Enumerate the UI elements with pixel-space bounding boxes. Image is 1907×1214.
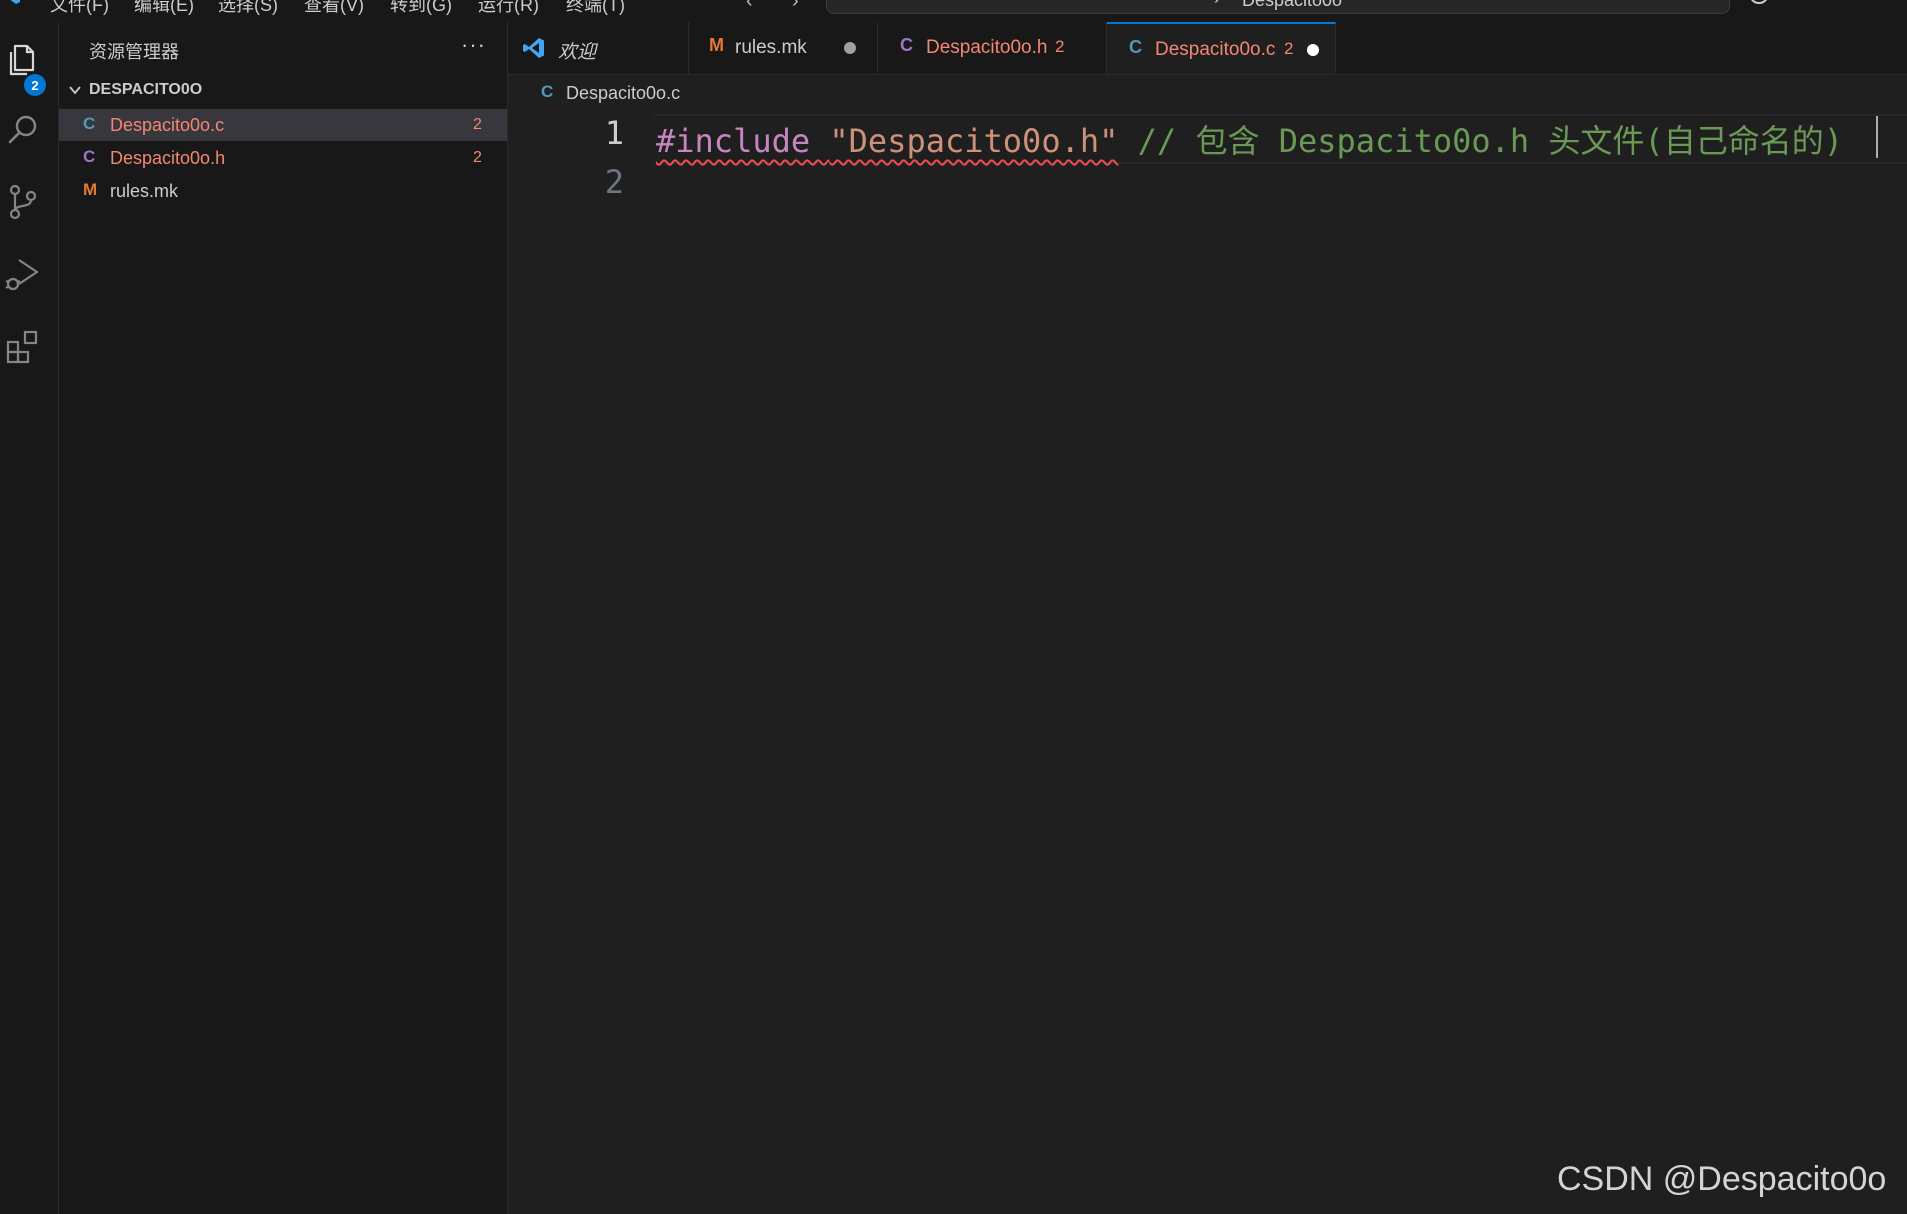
preprocessor-directive: #include bbox=[656, 122, 811, 160]
file-name: Despacito0o.h bbox=[110, 148, 226, 168]
extensions-button[interactable] bbox=[0, 322, 46, 370]
search-button[interactable] bbox=[0, 106, 46, 154]
tab-despacito0o-h[interactable]: C Despacito0o.h 2 bbox=[878, 22, 1107, 74]
run-debug-icon bbox=[5, 259, 39, 291]
explorer-title: 资源管理器 bbox=[89, 42, 179, 62]
nav-back-button[interactable]: ‹ bbox=[746, 0, 753, 13]
extensions-icon bbox=[6, 330, 38, 364]
code-editor[interactable]: 1 2 #include "Despacito0o.h" // 包含 Despa… bbox=[508, 108, 1907, 1214]
title-bar: 文件(F) 编辑(E) 选择(S) 查看(V) 转到(G) 运行(R) 终端(T… bbox=[0, 0, 1907, 22]
breadcrumb: C Despacito0o.c bbox=[508, 76, 1907, 108]
makefile-icon: M bbox=[83, 180, 98, 199]
file-item-rules-mk[interactable]: M rules.mk bbox=[59, 175, 507, 207]
line-number: 2 bbox=[604, 163, 624, 201]
code-comment: // 包含 Despacito0o.h 头文件(自己命名的) bbox=[1118, 122, 1843, 160]
line-number: 1 bbox=[604, 114, 624, 152]
file-item-despacito0o-h[interactable]: C Despacito0o.h 2 bbox=[59, 142, 507, 174]
command-center-label: Despacito0o bbox=[1242, 0, 1343, 10]
vscode-logo-icon bbox=[6, 0, 20, 4]
problem-count: 2 bbox=[473, 149, 482, 166]
text-cursor bbox=[1876, 116, 1878, 158]
tab-label: rules.mk bbox=[735, 37, 807, 58]
nav-forward-button[interactable]: › bbox=[792, 0, 799, 13]
explorer-badge: 2 bbox=[24, 74, 46, 96]
tab-despacito0o-c[interactable]: C Despacito0o.c 2 bbox=[1107, 22, 1336, 74]
explorer-sidebar: 资源管理器 ··· DESPACITO0O C Despacito0o.c 2 … bbox=[59, 22, 508, 1214]
h-file-icon: C bbox=[900, 35, 913, 55]
c-file-icon: C bbox=[83, 114, 96, 133]
source-control-icon bbox=[9, 184, 37, 220]
unsaved-dot-icon[interactable] bbox=[1307, 44, 1319, 56]
problem-count: 2 bbox=[473, 116, 482, 133]
more-actions-button[interactable]: ··· bbox=[461, 32, 486, 58]
menu-terminal[interactable]: 终端(T) bbox=[566, 0, 625, 17]
breadcrumb-file[interactable]: Despacito0o.c bbox=[566, 83, 680, 104]
search-icon bbox=[8, 115, 37, 144]
chevron-right-icon: › bbox=[1214, 0, 1220, 9]
include-string: "Despacito0o.h" bbox=[829, 122, 1119, 160]
menu-edit[interactable]: 编辑(E) bbox=[134, 0, 194, 17]
problem-count: 2 bbox=[1055, 37, 1065, 56]
folder-name: DESPACITO0O bbox=[89, 81, 203, 98]
unsaved-dot-icon[interactable] bbox=[844, 42, 856, 54]
file-item-despacito0o-c[interactable]: C Despacito0o.c 2 bbox=[59, 109, 507, 141]
menu-selection[interactable]: 选择(S) bbox=[218, 0, 278, 17]
tab-rules-mk[interactable]: M rules.mk bbox=[689, 22, 878, 74]
tab-label: Despacito0o.h bbox=[926, 37, 1048, 58]
vscode-icon bbox=[523, 38, 544, 58]
source-control-button[interactable] bbox=[0, 178, 46, 226]
h-file-icon: C bbox=[83, 147, 96, 166]
activity-bar: 2 bbox=[0, 22, 59, 1214]
file-name: Despacito0o.c bbox=[110, 115, 225, 135]
editor-tabs: 欢迎 M rules.mk C Despacito0o.h 2 C Despac… bbox=[508, 22, 1907, 75]
file-name: rules.mk bbox=[110, 181, 179, 201]
chevron-down-icon bbox=[69, 86, 81, 95]
c-file-icon: C bbox=[1129, 37, 1142, 57]
explorer-button[interactable]: 2 bbox=[0, 36, 46, 96]
folder-header[interactable]: DESPACITO0O bbox=[59, 78, 507, 108]
menu-file[interactable]: 文件(F) bbox=[50, 0, 109, 17]
menu-view[interactable]: 查看(V) bbox=[304, 0, 364, 17]
watermark: CSDN @Despacito0o bbox=[1557, 1160, 1887, 1198]
tab-welcome[interactable]: 欢迎 bbox=[508, 22, 689, 74]
tab-label: Despacito0o.c bbox=[1155, 39, 1276, 60]
run-debug-button[interactable] bbox=[0, 250, 46, 298]
code-line-1[interactable]: #include "Despacito0o.h" // 包含 Despacito… bbox=[656, 116, 1843, 162]
c-file-icon: C bbox=[541, 82, 554, 101]
menu-go[interactable]: 转到(G) bbox=[390, 0, 452, 17]
problem-count: 2 bbox=[1284, 39, 1294, 58]
copilot-icon[interactable] bbox=[1746, 0, 1772, 8]
tab-label: 欢迎 bbox=[558, 42, 597, 63]
menu-run[interactable]: 运行(R) bbox=[478, 0, 539, 17]
makefile-icon: M bbox=[709, 35, 724, 55]
